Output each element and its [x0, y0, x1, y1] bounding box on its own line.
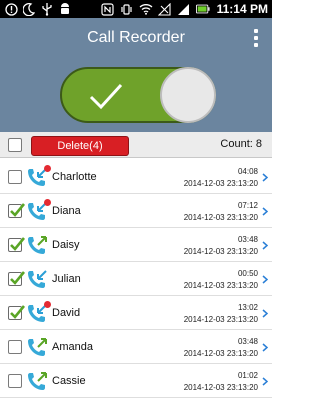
new-recording-dot: [44, 301, 51, 308]
row-checkbox[interactable]: [8, 170, 22, 184]
call-row-amanda[interactable]: Amanda 03:48 2014-12-03 23:13:20: [0, 330, 272, 364]
checkmark-icon: [10, 237, 26, 251]
select-all-checkbox[interactable]: [8, 138, 22, 152]
app-title: Call Recorder: [87, 29, 185, 46]
overflow-menu-icon[interactable]: [252, 29, 260, 47]
moon-icon: [22, 2, 36, 16]
call-date: 2014-12-03 23:13:20: [183, 281, 258, 290]
wifi-icon: [139, 2, 153, 16]
row-checkbox[interactable]: [8, 203, 26, 218]
caller-name: Amanda: [52, 341, 93, 353]
call-row-julian[interactable]: Julian 00:50 2014-12-03 23:13:20: [0, 262, 272, 296]
caller-name: David: [52, 307, 81, 319]
chevron-right-icon[interactable]: [262, 309, 268, 318]
signal-off-icon: [158, 2, 172, 16]
vibrate-icon: [120, 2, 134, 16]
row-checkbox[interactable]: [8, 271, 26, 286]
nfc-icon: [101, 2, 115, 16]
call-list: Charlotte 04:08 2014-12-03 23:13:20 Diana 0…: [0, 160, 272, 398]
status-bar: 11:14 PM: [0, 0, 272, 18]
call-duration: 03:48: [237, 337, 258, 346]
checkmark-icon: [10, 271, 26, 285]
call-duration: 03:48: [237, 235, 258, 244]
app-bar: Call Recorder: [0, 18, 272, 58]
row-checkbox[interactable]: [8, 374, 22, 388]
checkmark-icon: [10, 305, 26, 319]
call-date: 2014-12-03 23:13:20: [183, 247, 258, 256]
android-icon: [58, 2, 72, 16]
chevron-right-icon[interactable]: [262, 343, 268, 352]
caller-name: Julian: [52, 273, 81, 285]
chevron-right-icon[interactable]: [262, 377, 268, 386]
call-row-david[interactable]: David 13:02 2014-12-03 23:13:20: [0, 296, 272, 330]
delete-button[interactable]: Delete(4): [31, 136, 129, 156]
checkmark-icon: [10, 203, 26, 217]
outgoing-call-icon: [28, 338, 47, 356]
toggle-knob[interactable]: [160, 67, 216, 123]
new-recording-dot: [44, 165, 51, 172]
call-date: 2014-12-03 23:13:20: [183, 383, 258, 392]
call-date: 2014-12-03 23:13:20: [183, 179, 258, 188]
chevron-right-icon[interactable]: [262, 275, 268, 284]
chevron-right-icon[interactable]: [262, 173, 268, 182]
call-date: 2014-12-03 23:13:20: [183, 349, 258, 358]
outgoing-call-icon: [28, 372, 47, 390]
new-recording-dot: [44, 199, 51, 206]
usb-icon: [40, 2, 54, 16]
signal-icon: [177, 2, 191, 16]
chevron-right-icon[interactable]: [262, 207, 268, 216]
count-label: Count: 8: [220, 138, 262, 150]
call-row-diana[interactable]: Diana 07:12 2014-12-03 23:13:20: [0, 194, 272, 228]
call-row-charlotte[interactable]: Charlotte 04:08 2014-12-03 23:13:20: [0, 160, 272, 194]
battery-icon: [195, 2, 210, 16]
call-row-cassie[interactable]: Cassie 01:02 2014-12-03 23:13:20: [0, 364, 272, 398]
action-bar: Delete(4) Count: 8: [0, 132, 272, 158]
recording-toggle[interactable]: [60, 67, 216, 123]
caller-name: Daisy: [52, 239, 80, 251]
chevron-right-icon[interactable]: [262, 241, 268, 250]
call-duration: 13:02: [237, 303, 258, 312]
outgoing-call-icon: [28, 236, 47, 254]
check-icon: [89, 83, 123, 110]
caller-name: Diana: [52, 205, 81, 217]
row-checkbox[interactable]: [8, 305, 26, 320]
call-duration: 07:12: [237, 201, 258, 210]
call-duration: 00:50: [237, 269, 258, 278]
call-date: 2014-12-03 23:13:20: [183, 213, 258, 222]
row-checkbox[interactable]: [8, 237, 26, 252]
call-duration: 01:02: [237, 371, 258, 380]
incoming-call-icon: [28, 270, 47, 288]
toggle-area: [0, 58, 272, 132]
row-checkbox[interactable]: [8, 340, 22, 354]
alert-icon: [4, 2, 18, 16]
call-duration: 04:08: [237, 167, 258, 176]
call-date: 2014-12-03 23:13:20: [183, 315, 258, 324]
caller-name: Charlotte: [52, 171, 97, 183]
caller-name: Cassie: [52, 375, 86, 387]
status-time: 11:14 PM: [216, 2, 268, 16]
call-row-daisy[interactable]: Daisy 03:48 2014-12-03 23:13:20: [0, 228, 272, 262]
